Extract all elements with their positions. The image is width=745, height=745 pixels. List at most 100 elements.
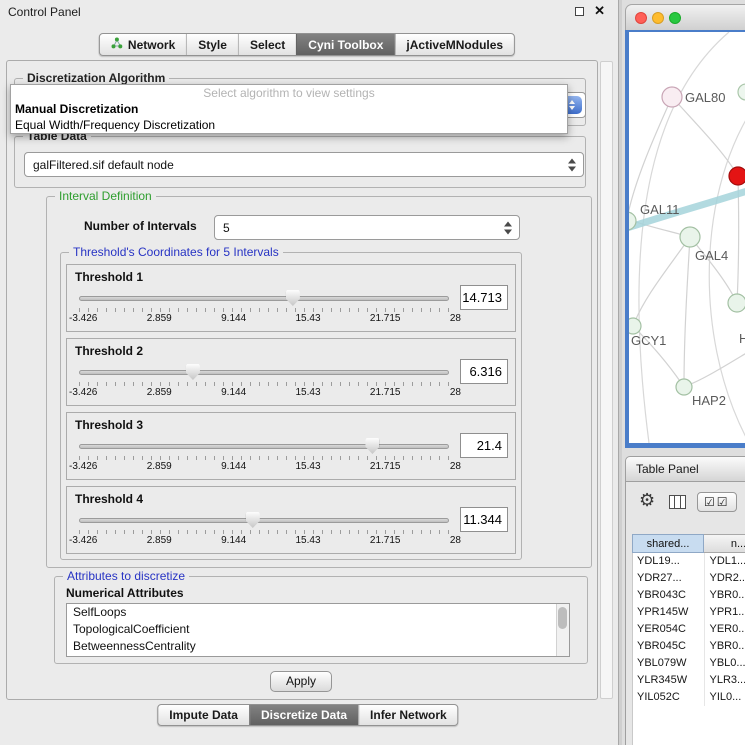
combo-arrows-icon[interactable] (568, 158, 577, 171)
tab-infer-network[interactable]: Infer Network (358, 705, 458, 725)
scale-label: 21.715 (370, 387, 401, 398)
slider-ticks (79, 530, 449, 534)
slider-track[interactable] (79, 296, 449, 301)
scale-label: 2.859 (147, 313, 172, 324)
tab-jactivemnodules[interactable]: jActiveMNodules (394, 34, 514, 55)
node-label-gcy1[interactable]: GCY1 (631, 333, 666, 348)
slider-thumb[interactable] (286, 290, 300, 306)
thresholds-group-label: Threshold's Coordinates for 5 Intervals (69, 245, 283, 259)
slider-thumb[interactable] (186, 364, 200, 380)
tab-impute-data[interactable]: Impute Data (158, 705, 249, 725)
table-row[interactable]: YBR045C YBR0... (633, 638, 745, 655)
network-node-gal80[interactable] (662, 87, 682, 107)
dropdown-option-equal-width[interactable]: Equal Width/Frequency Discretization (11, 117, 567, 133)
node-label-gal4[interactable]: GAL4 (695, 248, 728, 263)
column-header-name[interactable]: n... (704, 534, 745, 553)
threshold-4-value[interactable]: 11.344 (460, 507, 508, 532)
node-label-gal80[interactable]: GAL80 (685, 90, 725, 105)
float-window-icon[interactable] (575, 7, 584, 16)
table-row[interactable]: YLR345W YLR3... (633, 672, 745, 689)
list-scrollbar-thumb[interactable] (558, 607, 567, 629)
scale-label: 9.144 (221, 313, 246, 324)
select-columns-checkboxes-icon[interactable]: ☑☑ (697, 492, 737, 512)
table-header-row: shared... n... (632, 534, 745, 553)
threshold-3-panel: Threshold 3 -3.4262.8599.14415.4321.7152… (66, 412, 516, 480)
cell-name: YPR1... (704, 604, 745, 621)
threshold-2-value[interactable]: 6.316 (460, 359, 508, 384)
tab-cyni-toolbox[interactable]: Cyni Toolbox (296, 34, 394, 55)
network-canvas[interactable]: GAL80 GAL11 GAL4 GCY1 HAP2 H (629, 32, 745, 443)
node-label-partial[interactable]: H (739, 331, 745, 346)
table-row[interactable]: YBL079W YBL0... (633, 655, 745, 672)
cell-name: YDR2... (704, 570, 745, 587)
right-panel: GAL80 GAL11 GAL4 GCY1 HAP2 H Table Panel… (622, 0, 745, 745)
cell-shared-name: YER054C (633, 621, 704, 638)
network-node-gal4[interactable] (680, 227, 700, 247)
threshold-3-value[interactable]: 21.4 (460, 433, 508, 458)
column-header-shared-name[interactable]: shared... (632, 534, 704, 553)
threshold-2-label: Threshold 2 (75, 344, 143, 358)
table-row[interactable]: YDL19... YDL1... (633, 553, 745, 570)
list-item[interactable]: TopologicalCoefficient (67, 621, 569, 638)
network-window: GAL80 GAL11 GAL4 GCY1 HAP2 H (625, 4, 745, 448)
table-row[interactable]: YBR043C YBR0... (633, 587, 745, 604)
tab-network[interactable]: Network (100, 34, 186, 55)
network-node[interactable] (728, 294, 745, 312)
zoom-traffic-light[interactable] (669, 12, 681, 24)
close-traffic-light[interactable] (635, 12, 647, 24)
table-row[interactable]: YER054C YER0... (633, 621, 745, 638)
table-data-combobox[interactable]: galFiltered.sif default node (24, 152, 584, 177)
scale-label: 15.43 (296, 461, 321, 472)
table-row[interactable]: YIL052C YIL0... (633, 689, 745, 706)
list-item[interactable]: BetweennessCentrality (67, 638, 569, 655)
vertical-scrollbar[interactable] (600, 61, 613, 699)
algorithm-dropdown-popup: Select algorithm to view settings Manual… (10, 84, 568, 134)
threshold-1-value[interactable]: 14.713 (460, 285, 508, 310)
threshold-3-label: Threshold 3 (75, 418, 143, 432)
network-window-titlebar[interactable] (625, 4, 745, 30)
threshold-4-label: Threshold 4 (75, 492, 143, 506)
cell-name: YER0... (704, 621, 745, 638)
cell-shared-name: YBR043C (633, 587, 704, 604)
threshold-4-slider[interactable] (77, 511, 451, 529)
slider-thumb[interactable] (365, 438, 379, 454)
node-label-gal11[interactable]: GAL11 (640, 202, 680, 217)
scale-label: 15.43 (296, 313, 321, 324)
slider-track[interactable] (79, 518, 449, 523)
list-item[interactable]: SelfLoops (67, 604, 569, 621)
threshold-1-slider[interactable] (77, 289, 451, 307)
node-label-hap2[interactable]: HAP2 (692, 393, 726, 408)
network-node[interactable] (738, 84, 745, 100)
slider-ticks (79, 308, 449, 312)
attributes-list: SelfLoopsTopologicalCoefficientBetweenne… (66, 603, 570, 657)
slider-track[interactable] (79, 370, 449, 375)
tab-select[interactable]: Select (238, 34, 296, 55)
list-scrollbar[interactable] (556, 604, 569, 656)
threshold-2-panel: Threshold 2 -3.4262.8599.14415.4321.7152… (66, 338, 516, 406)
threshold-2-slider[interactable] (77, 363, 451, 381)
dropdown-option-manual-discretization[interactable]: Manual Discretization (11, 101, 567, 117)
gear-icon[interactable]: ⚙ (639, 490, 655, 511)
spinner-arrows-icon[interactable] (504, 221, 513, 234)
slider-ticks (79, 456, 449, 460)
network-node-hap2[interactable] (676, 379, 692, 395)
threshold-3-slider[interactable] (77, 437, 451, 455)
slider-thumb[interactable] (246, 512, 260, 528)
network-node-selected[interactable] (729, 167, 745, 185)
columns-icon[interactable] (669, 495, 686, 509)
network-node-gcy1[interactable] (629, 318, 641, 334)
table-panel-header[interactable]: Table Panel (625, 456, 745, 482)
table-row[interactable]: YPR145W YPR1... (633, 604, 745, 621)
close-icon[interactable]: ✕ (594, 3, 605, 19)
cell-shared-name: YIL052C (633, 689, 704, 706)
minimize-traffic-light[interactable] (652, 12, 664, 24)
network-graph: GAL80 GAL11 GAL4 GCY1 HAP2 H (629, 32, 745, 443)
slider-track[interactable] (79, 444, 449, 449)
tab-style[interactable]: Style (186, 34, 238, 55)
tab-network-label: Network (128, 38, 175, 52)
table-row[interactable]: YDR27... YDR2... (633, 570, 745, 587)
bottom-tab-bar: Impute Data Discretize Data Infer Networ… (157, 704, 458, 726)
apply-button[interactable]: Apply (270, 671, 332, 692)
num-intervals-spinner[interactable]: 5 (214, 215, 520, 240)
tab-discretize-data[interactable]: Discretize Data (249, 705, 358, 725)
